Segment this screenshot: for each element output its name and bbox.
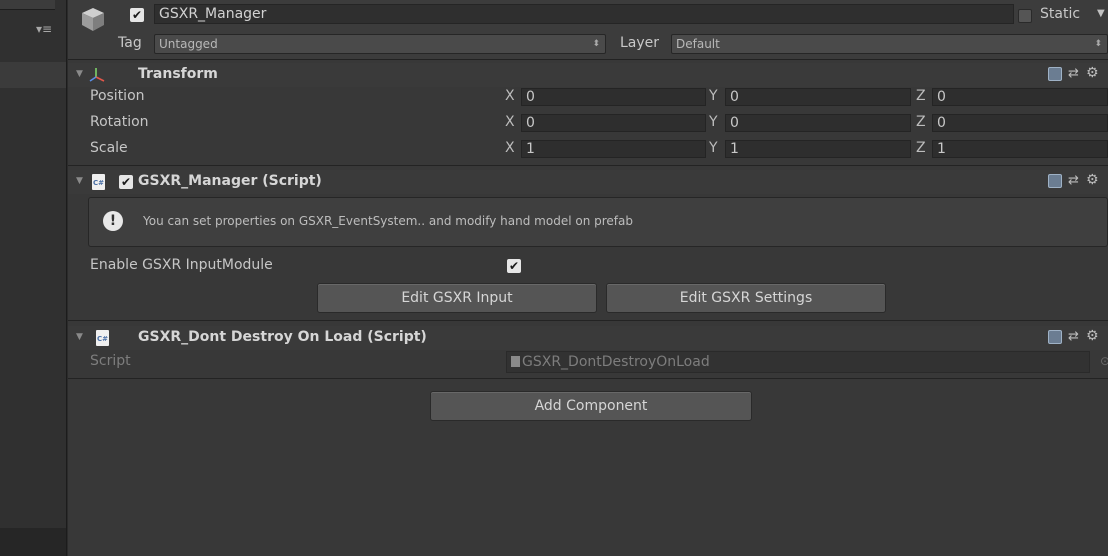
tag-dropdown[interactable]: Untagged ⬍: [154, 34, 606, 54]
scale-z-field[interactable]: 1: [932, 140, 1108, 158]
dont-destroy-script-title: GSXR_Dont Destroy On Load (Script): [138, 329, 427, 345]
rotation-label: Rotation: [90, 114, 149, 130]
preset-icon[interactable]: ⇄: [1068, 329, 1079, 344]
position-x-field[interactable]: 0: [521, 88, 706, 106]
transform-header[interactable]: ▼ Transform ⇄ ⚙: [68, 63, 1108, 87]
tag-label: Tag: [118, 35, 142, 51]
gear-icon[interactable]: ⚙: [1086, 65, 1099, 81]
rotation-z-field[interactable]: 0: [932, 114, 1108, 132]
manager-script-header[interactable]: ▼ C# ✔ GSXR_Manager (Script) ⇄ ⚙: [68, 170, 1108, 194]
position-label: Position: [90, 88, 145, 104]
enable-input-checkbox[interactable]: ✔: [507, 259, 521, 273]
component-divider: [68, 320, 1108, 321]
layer-dropdown-arrow-icon: ⬍: [1094, 39, 1102, 49]
position-y-field[interactable]: 0: [725, 88, 911, 106]
axis-z-label[interactable]: Z: [916, 88, 926, 104]
layer-dropdown[interactable]: Default ⬍: [671, 34, 1108, 54]
tag-dropdown-arrow-icon: ⬍: [592, 39, 600, 49]
scale-y-field[interactable]: 1: [725, 140, 911, 158]
preset-icon[interactable]: ⇄: [1068, 66, 1079, 81]
axis-z-label[interactable]: Z: [916, 140, 926, 156]
script-file-icon: [511, 356, 520, 367]
fold-arrow-icon[interactable]: ▼: [76, 176, 83, 186]
hierarchy-panel-strip: ▾≡: [0, 0, 67, 556]
position-z-field[interactable]: 0: [932, 88, 1108, 106]
rotation-y-field[interactable]: 0: [725, 114, 911, 132]
help-text: You can set properties on GSXR_EventSyst…: [143, 214, 633, 228]
axis-x-label[interactable]: X: [505, 88, 515, 104]
gear-icon[interactable]: ⚙: [1086, 328, 1099, 344]
inspector-panel: ✔ GSXR_Manager Static ▼ Tag Untagged ⬍ L…: [68, 0, 1108, 556]
selected-hierarchy-row[interactable]: [0, 62, 66, 88]
scale-x-field[interactable]: 1: [521, 140, 706, 158]
dont-destroy-script-header[interactable]: ▼ C# GSXR_Dont Destroy On Load (Script) …: [68, 326, 1108, 350]
static-checkbox[interactable]: [1018, 9, 1032, 23]
rotation-x-field[interactable]: 0: [521, 114, 706, 132]
script-label: Script: [90, 353, 131, 369]
axis-x-label[interactable]: X: [505, 140, 515, 156]
static-dropdown-icon[interactable]: ▼: [1097, 8, 1105, 19]
csharp-script-icon: C#: [92, 174, 105, 190]
help-reference-icon[interactable]: [1048, 330, 1062, 344]
add-component-button[interactable]: Add Component: [430, 391, 752, 421]
axis-y-label[interactable]: Y: [709, 88, 718, 104]
fold-arrow-icon[interactable]: ▼: [76, 69, 83, 79]
help-reference-icon[interactable]: [1048, 174, 1062, 188]
object-picker-icon[interactable]: ⊙: [1100, 354, 1108, 368]
csharp-script-icon: C#: [96, 330, 109, 346]
edit-input-button[interactable]: Edit GSXR Input: [317, 283, 597, 313]
preset-icon[interactable]: ⇄: [1068, 173, 1079, 188]
script-reference-field[interactable]: GSXR_DontDestroyOnLoad: [506, 351, 1090, 373]
help-box: ! You can set properties on GSXR_EventSy…: [88, 197, 1108, 247]
manager-script-title: GSXR_Manager (Script): [138, 173, 322, 189]
axis-x-label[interactable]: X: [505, 114, 515, 130]
help-reference-icon[interactable]: [1048, 67, 1062, 81]
gameobject-header: ✔ GSXR_Manager Static ▼ Tag Untagged ⬍ L…: [68, 0, 1108, 60]
script-reference-value: GSXR_DontDestroyOnLoad: [522, 354, 710, 370]
gear-icon[interactable]: ⚙: [1086, 172, 1099, 188]
axis-y-label[interactable]: Y: [709, 114, 718, 130]
list-menu-icon[interactable]: ▾≡: [36, 22, 52, 36]
static-label: Static: [1040, 6, 1081, 22]
fold-arrow-icon[interactable]: ▼: [76, 332, 83, 342]
info-icon: !: [103, 211, 123, 231]
scale-label: Scale: [90, 140, 128, 156]
object-name-field[interactable]: GSXR_Manager: [154, 4, 1014, 24]
edit-settings-button[interactable]: Edit GSXR Settings: [606, 283, 886, 313]
active-checkbox[interactable]: ✔: [130, 8, 144, 22]
component-divider: [68, 378, 1108, 379]
axis-y-label[interactable]: Y: [709, 140, 718, 156]
panel-tab[interactable]: [0, 0, 55, 10]
transform-title: Transform: [138, 66, 218, 82]
transform-axis-icon: [89, 68, 105, 82]
enable-input-label: Enable GSXR InputModule: [90, 257, 273, 273]
tag-value: Untagged: [159, 37, 218, 51]
gameobject-cube-icon: [82, 8, 104, 31]
layer-value: Default: [676, 37, 720, 51]
script-enabled-checkbox[interactable]: ✔: [119, 175, 133, 189]
layer-label: Layer: [620, 35, 660, 51]
component-divider: [68, 165, 1108, 166]
axis-z-label[interactable]: Z: [916, 114, 926, 130]
panel-footer: [0, 528, 66, 556]
